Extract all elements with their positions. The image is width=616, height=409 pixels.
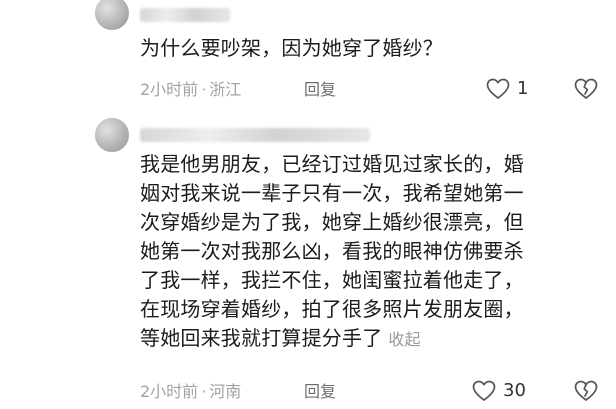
like-button[interactable]: 30	[472, 380, 526, 402]
like-count: 30	[503, 380, 526, 401]
comment-text-line: 等她回来我就打算提分手了	[140, 326, 383, 350]
comment-text-line: 她第一次对我那么凶，看我的眼神仿佛要杀	[140, 239, 524, 263]
comment-time: 2小时前	[140, 80, 199, 99]
comment-text-line: 了我一样，我拦不住，她闺蜜拉着他走了，	[140, 268, 524, 292]
comment-meta: 2小时前 · 河南	[140, 382, 242, 401]
like-button[interactable]: 1	[486, 78, 528, 100]
avatar[interactable]	[95, 0, 129, 30]
comment-text-line: 在现场穿着婚纱，拍了很多照片发朋友圈，	[140, 297, 524, 321]
avatar[interactable]	[95, 118, 129, 152]
reply-button[interactable]: 回复	[304, 80, 336, 100]
comment-text-line: 姻对我来说一辈子只有一次，我希望她第一	[140, 181, 524, 205]
comment-text: 为什么要吵架，因为她穿了婚纱？	[140, 34, 443, 63]
comment-time: 2小时前	[140, 382, 199, 401]
broken-heart-icon	[574, 380, 598, 402]
username[interactable]	[140, 8, 230, 22]
dislike-button[interactable]	[574, 380, 598, 402]
like-count: 1	[517, 78, 529, 99]
comment-text-line: 我是他男朋友，已经订过婚见过家长的，婚	[140, 152, 524, 176]
comment-item: 我是他男朋友，已经订过婚见过家长的，婚 姻对我来说一辈子只有一次，我希望她第一 …	[0, 110, 616, 409]
comment-item: 为什么要吵架，因为她穿了婚纱？ 2小时前 · 浙江 回复 1	[0, 0, 616, 110]
dislike-button[interactable]	[574, 78, 598, 100]
comment-location: 浙江	[209, 80, 242, 99]
collapse-button[interactable]: 收起	[388, 330, 420, 349]
comment-text: 我是他男朋友，已经订过婚见过家长的，婚 姻对我来说一辈子只有一次，我希望她第一 …	[140, 150, 524, 354]
username[interactable]	[140, 128, 370, 142]
heart-outline-icon	[472, 380, 496, 402]
comment-location: 河南	[209, 382, 242, 401]
heart-outline-icon	[486, 78, 510, 100]
broken-heart-icon	[574, 78, 598, 100]
comment-text-line: 次穿婚纱是为了我，她穿上婚纱很漂亮，但	[140, 210, 524, 234]
reply-button[interactable]: 回复	[304, 382, 336, 402]
comment-meta: 2小时前 · 浙江	[140, 80, 242, 99]
comment-text-line: 为什么要吵架，因为她穿了婚纱？	[140, 36, 443, 60]
